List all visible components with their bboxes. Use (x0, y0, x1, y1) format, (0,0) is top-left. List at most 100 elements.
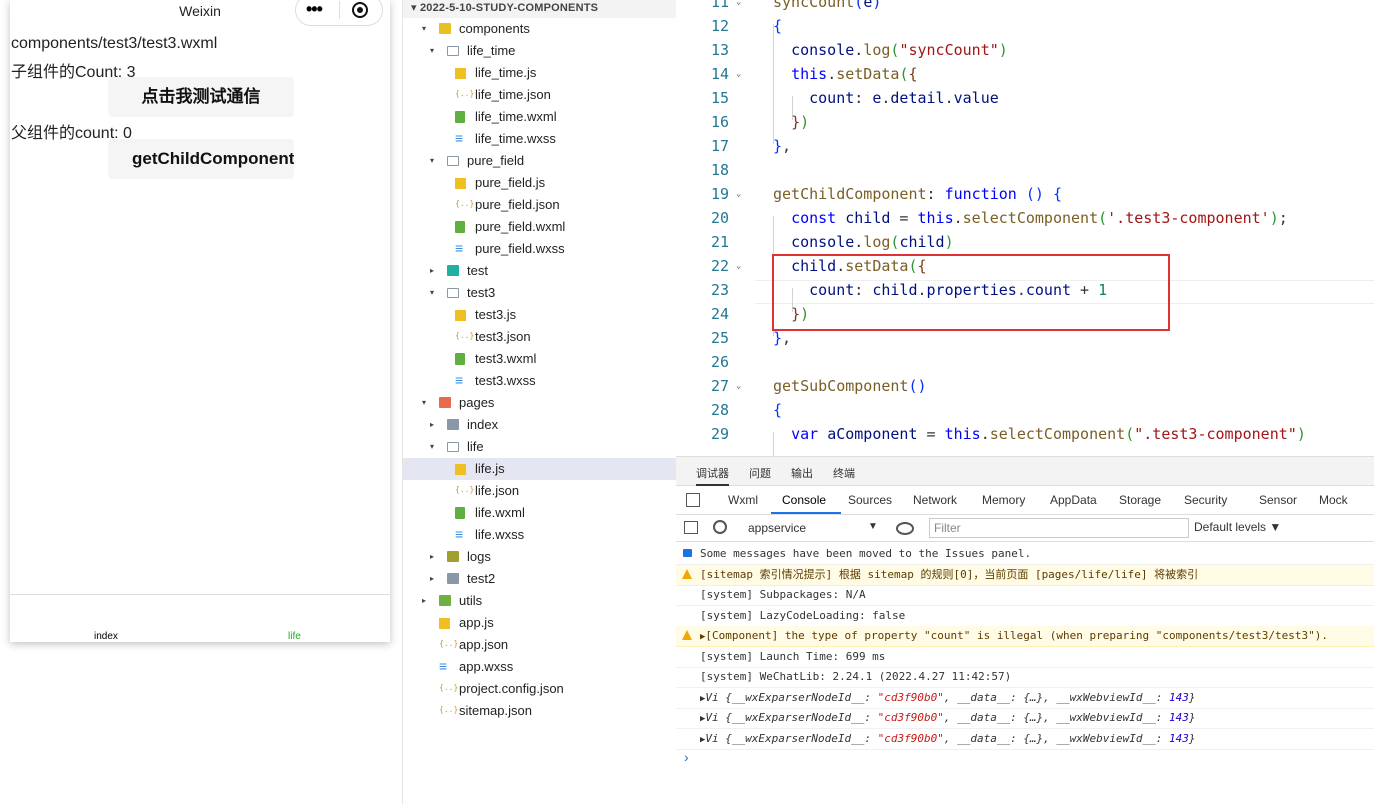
code-line[interactable]: 13 console.log("syncCount") (676, 38, 1374, 62)
console-message: [system] Subpackages: N/A (676, 585, 1374, 606)
tab-appdata[interactable]: AppData (1050, 493, 1097, 507)
eye-icon[interactable] (896, 522, 914, 535)
tree-item[interactable]: life.js (403, 458, 676, 480)
tree-item[interactable]: test3.wxml (403, 348, 676, 370)
twisty-icon[interactable]: ▸ (427, 546, 437, 568)
sidebar-toggle-icon[interactable] (684, 521, 698, 534)
tab-wxml[interactable]: Wxml (728, 493, 758, 507)
tab-memory[interactable]: Memory (982, 493, 1025, 507)
capsule-menu[interactable]: ••• (295, 0, 383, 26)
fold-chevron-icon[interactable]: ⌄ (736, 182, 741, 206)
twisty-icon[interactable]: ▸ (427, 568, 437, 590)
twisty-icon[interactable]: ▸ (427, 414, 437, 436)
code-line[interactable]: 15 count: e.detail.value (676, 86, 1374, 110)
tab-security[interactable]: Security (1184, 493, 1227, 507)
tree-item[interactable]: ≡ life_time.wxss (403, 128, 676, 150)
explorer-header[interactable]: ▾ 2022-5-10-STUDY-COMPONENTS (403, 0, 676, 18)
tree-item[interactable]: ▸ logs (403, 546, 676, 568)
tree-item[interactable]: {..} test3.json (403, 326, 676, 348)
twisty-icon[interactable]: ▾ (419, 392, 429, 414)
tree-item[interactable]: pure_field.wxml (403, 216, 676, 238)
tree-item[interactable]: life.wxml (403, 502, 676, 524)
fold-chevron-icon[interactable]: ⌄ (736, 254, 741, 278)
tree-item[interactable]: ▸ test (403, 260, 676, 282)
context-select[interactable]: appservice (748, 521, 806, 535)
code-editor[interactable]: 11 ⌄ syncCount(e) 12 {13 console.log("syncCo… (676, 0, 1374, 456)
code-line[interactable]: 20 const child = this.selectComponent('.… (676, 206, 1374, 230)
log-levels-select[interactable]: Default levels ▼ (1194, 520, 1281, 534)
fold-chevron-icon[interactable]: ⌄ (736, 374, 741, 398)
clear-console-icon[interactable] (713, 520, 727, 534)
tab-mock[interactable]: Mock (1319, 493, 1348, 507)
fold-chevron-icon[interactable]: ⌄ (736, 62, 741, 86)
console-message[interactable]: ▶Vi {__wxExparserNodeId__: "cd3f90b0", _… (676, 688, 1374, 709)
tab-sources[interactable]: Sources (848, 493, 892, 507)
tree-item[interactable]: ≡ test3.wxss (403, 370, 676, 392)
tree-item[interactable]: ▸ index (403, 414, 676, 436)
tree-item[interactable]: app.js (403, 612, 676, 634)
tab-debugger[interactable]: 调试器 (696, 465, 729, 486)
filter-input[interactable]: Filter (929, 518, 1189, 538)
tree-item[interactable]: {..} life.json (403, 480, 676, 502)
tree-item[interactable]: {..} life_time.json (403, 84, 676, 106)
code-line[interactable]: 18 (676, 158, 1374, 182)
more-dots-icon[interactable]: ••• (306, 0, 323, 18)
tab-problems[interactable]: 问题 (749, 465, 771, 481)
code-line[interactable]: 21 console.log(child) (676, 230, 1374, 254)
code-line[interactable]: 14 ⌄ this.setData({ (676, 62, 1374, 86)
tree-item[interactable]: ≡ life.wxss (403, 524, 676, 546)
console-prompt[interactable]: › (684, 749, 689, 765)
tree-item[interactable]: ▾ life (403, 436, 676, 458)
tree-item[interactable]: test3.js (403, 304, 676, 326)
inspect-element-icon[interactable] (686, 493, 700, 507)
code-line[interactable]: 27 ⌄ getSubComponent() (676, 374, 1374, 398)
tree-item[interactable]: ≡ pure_field.wxss (403, 238, 676, 260)
console-message[interactable]: ▶[Component] the type of property "count… (676, 626, 1374, 647)
twisty-icon[interactable]: ▸ (419, 590, 429, 612)
chevron-down-icon[interactable]: ▼ (868, 521, 878, 532)
tree-item[interactable]: ▾ pure_field (403, 150, 676, 172)
tree-item[interactable]: {..} pure_field.json (403, 194, 676, 216)
tab-index[interactable]: index (94, 631, 118, 642)
tree-item[interactable]: ▾ components (403, 18, 676, 40)
code-line[interactable]: 26 (676, 350, 1374, 374)
tab-output[interactable]: 输出 (791, 465, 813, 481)
tree-item[interactable]: {..} sitemap.json (403, 700, 676, 722)
tree-item[interactable]: {..} app.json (403, 634, 676, 656)
tab-life[interactable]: life (288, 631, 301, 642)
twisty-icon[interactable]: ▸ (427, 260, 437, 282)
tree-item[interactable]: ▾ pages (403, 392, 676, 414)
console-message[interactable]: ▶Vi {__wxExparserNodeId__: "cd3f90b0", _… (676, 708, 1374, 729)
console-message[interactable]: ▶Vi {__wxExparserNodeId__: "cd3f90b0", _… (676, 729, 1374, 750)
code-line[interactable]: 19 ⌄ getChildComponent: function () { (676, 182, 1374, 206)
code-line[interactable]: 12 { (676, 14, 1374, 38)
tab-sensor[interactable]: Sensor (1259, 493, 1297, 507)
code-line[interactable]: 17}, (676, 134, 1374, 158)
code-line[interactable]: 28 { (676, 398, 1374, 422)
twisty-icon[interactable]: ▾ (427, 40, 437, 62)
tree-item[interactable]: {..} project.config.json (403, 678, 676, 700)
code-line[interactable]: 29 var aComponent = this.selectComponent… (676, 422, 1374, 446)
code-line[interactable]: 11 ⌄ syncCount(e) (676, 0, 1374, 14)
tree-item[interactable]: life_time.js (403, 62, 676, 84)
fold-chevron-icon[interactable]: ⌄ (736, 0, 741, 14)
tab-network[interactable]: Network (913, 493, 957, 507)
get-child-component-button[interactable]: getChildComponent (108, 139, 294, 179)
tree-item[interactable]: ▸ test2 (403, 568, 676, 590)
tab-storage[interactable]: Storage (1119, 493, 1161, 507)
close-record-icon[interactable] (352, 2, 368, 18)
tree-item[interactable]: pure_field.js (403, 172, 676, 194)
tree-item[interactable]: ▾ test3 (403, 282, 676, 304)
twisty-icon[interactable]: ▾ (427, 282, 437, 304)
tree-item[interactable]: life_time.wxml (403, 106, 676, 128)
tree-item[interactable]: ≡ app.wxss (403, 656, 676, 678)
tab-console[interactable]: Console (782, 493, 826, 507)
twisty-icon[interactable]: ▾ (427, 436, 437, 458)
twisty-icon[interactable]: ▾ (427, 150, 437, 172)
tree-item[interactable]: ▸ utils (403, 590, 676, 612)
tab-terminal[interactable]: 终端 (833, 465, 855, 481)
tree-item[interactable]: ▾ life_time (403, 40, 676, 62)
twisty-icon[interactable]: ▾ (419, 18, 429, 40)
test-communication-button[interactable]: 点击我测试通信 (108, 77, 294, 117)
code-line[interactable]: 16 }) (676, 110, 1374, 134)
